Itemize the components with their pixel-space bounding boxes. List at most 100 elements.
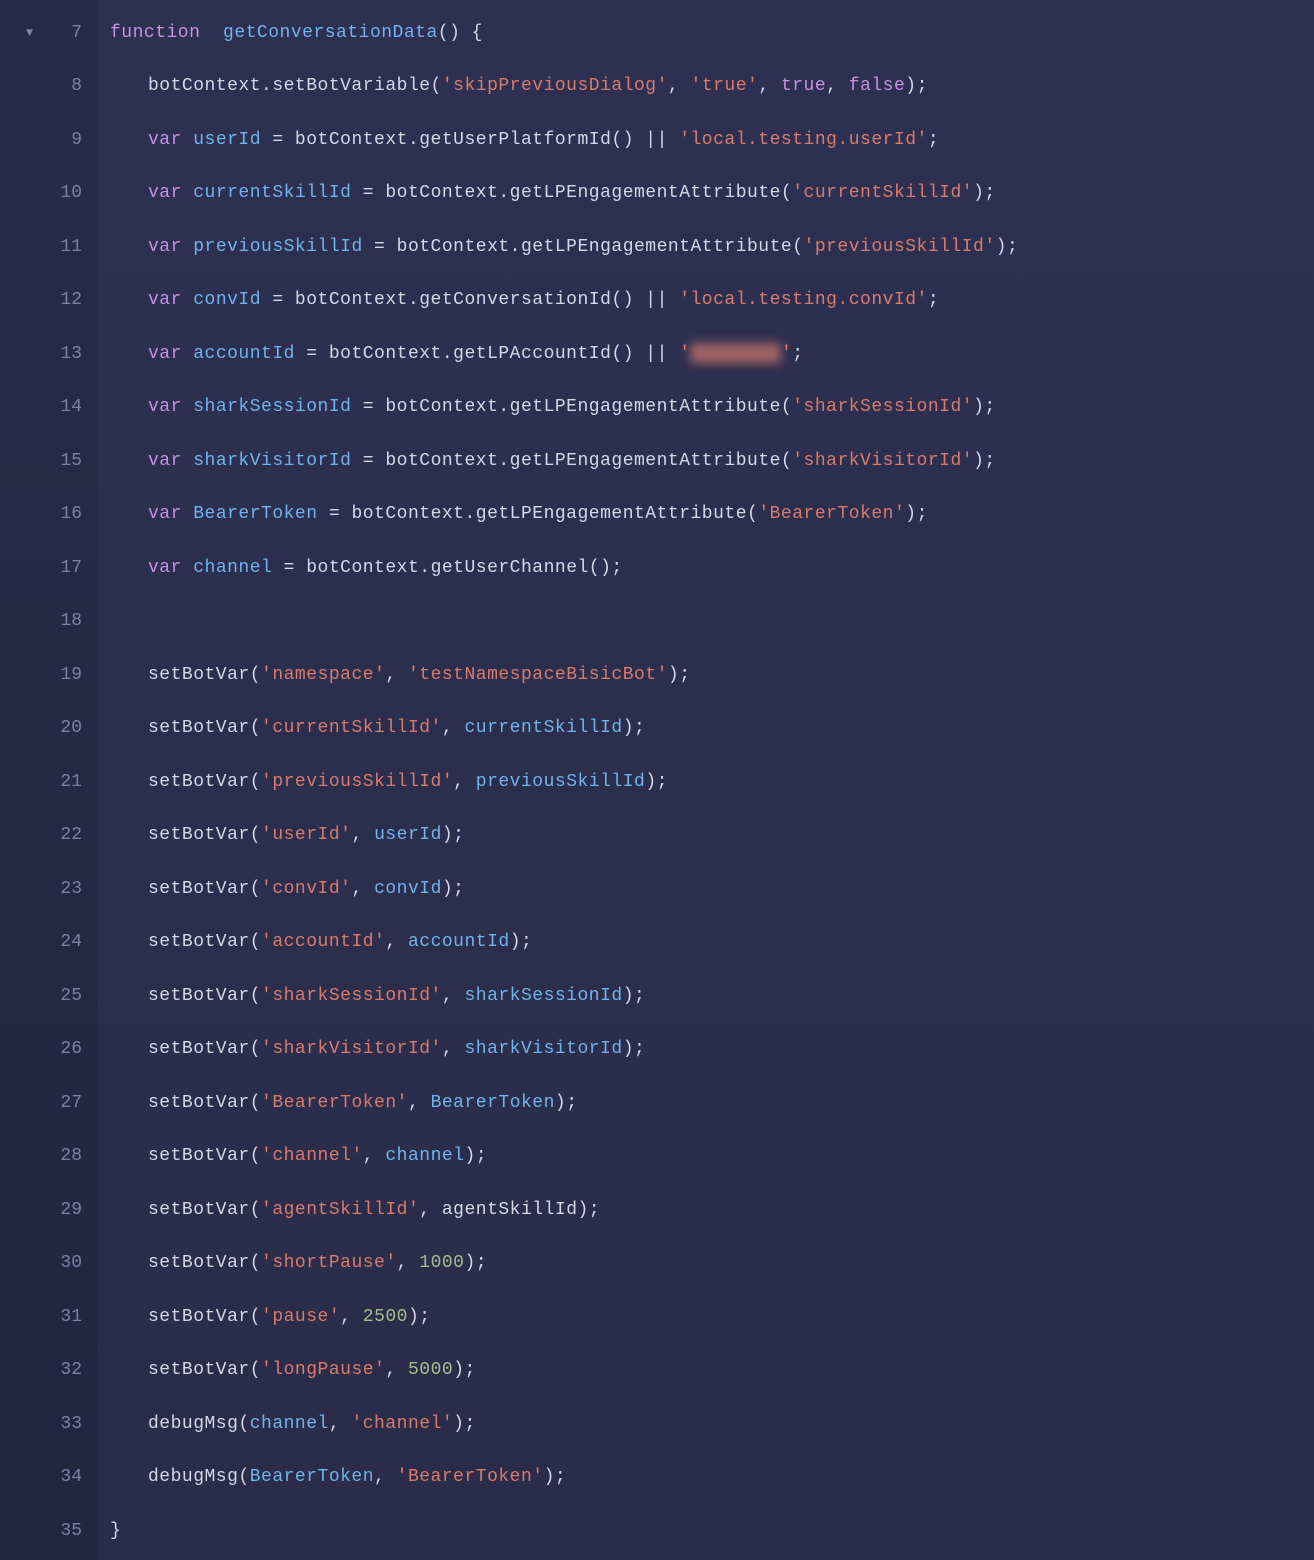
token-id: sharkVisitorId xyxy=(193,452,351,470)
token-def: botContext.setBotVariable( xyxy=(148,77,442,95)
code-line[interactable]: setBotVar('namespace', 'testNamespaceBis… xyxy=(110,648,1314,702)
line-number: 15 xyxy=(0,434,98,488)
token-def: , xyxy=(363,1147,386,1165)
token-str: 'channel' xyxy=(261,1147,363,1165)
token-def: ); xyxy=(453,1361,476,1379)
code-line[interactable]: setBotVar('userId', userId); xyxy=(110,809,1314,863)
line-number: 20 xyxy=(0,702,98,756)
token-def: , xyxy=(351,826,374,844)
code-line[interactable]: setBotVar('convId', convId); xyxy=(110,862,1314,916)
code-line[interactable]: var sharkSessionId = botContext.getLPEng… xyxy=(110,381,1314,435)
token-kw: var xyxy=(148,559,182,577)
token-kw: var xyxy=(148,345,182,363)
code-line[interactable]: setBotVar('accountId', accountId); xyxy=(110,916,1314,970)
token-str: 'accountId' xyxy=(261,933,385,951)
code-line[interactable]: setBotVar('pause', 2500); xyxy=(110,1290,1314,1344)
code-line[interactable]: var sharkVisitorId = botContext.getLPEng… xyxy=(110,434,1314,488)
fold-icon[interactable]: ▼ xyxy=(26,27,33,39)
code-line[interactable]: var accountId = botContext.getLPAccountI… xyxy=(110,327,1314,381)
token-def: setBotVar( xyxy=(148,1094,261,1112)
code-line[interactable]: setBotVar('BearerToken', BearerToken); xyxy=(110,1076,1314,1130)
token-def: setBotVar( xyxy=(148,1040,261,1058)
token-def: setBotVar( xyxy=(148,826,261,844)
token-def: ; xyxy=(928,131,939,149)
token-str: 'true' xyxy=(691,77,759,95)
code-line[interactable]: debugMsg(channel, 'channel'); xyxy=(110,1397,1314,1451)
code-line[interactable]: setBotVar('sharkSessionId', sharkSession… xyxy=(110,969,1314,1023)
code-line[interactable]: function getConversationData() { xyxy=(110,6,1314,60)
code-line[interactable]: debugMsg(BearerToken, 'BearerToken'); xyxy=(110,1451,1314,1505)
token-def: , xyxy=(442,987,465,1005)
token-str: 'local.testing.userId' xyxy=(679,131,928,149)
token-def xyxy=(182,345,193,363)
token-num: 1000 xyxy=(419,1254,464,1272)
code-line[interactable]: var userId = botContext.getUserPlatformI… xyxy=(110,113,1314,167)
code-line[interactable]: var currentSkillId = botContext.getLPEng… xyxy=(110,167,1314,221)
token-str: 'currentSkillId' xyxy=(261,719,442,737)
line-number: 12 xyxy=(0,274,98,328)
code-line[interactable]: var BearerToken = botContext.getLPEngage… xyxy=(110,488,1314,542)
token-kw: true xyxy=(781,77,826,95)
token-def: ); xyxy=(453,1415,476,1433)
token-def: , xyxy=(442,719,465,737)
line-number: 23 xyxy=(0,862,98,916)
line-number: 17 xyxy=(0,541,98,595)
code-line[interactable]: setBotVar('previousSkillId', previousSki… xyxy=(110,755,1314,809)
line-number: 25 xyxy=(0,969,98,1023)
code-area[interactable]: function getConversationData() {botConte… xyxy=(98,0,1314,1560)
token-def: = botContext.getUserPlatformId() || xyxy=(261,131,679,149)
token-str: 'shortPause' xyxy=(261,1254,397,1272)
line-number: 32 xyxy=(0,1344,98,1398)
token-def xyxy=(182,131,193,149)
token-id: accountId xyxy=(193,345,295,363)
code-line[interactable] xyxy=(110,595,1314,649)
token-def: debugMsg( xyxy=(148,1468,250,1486)
token-id: channel xyxy=(193,559,272,577)
line-number: 28 xyxy=(0,1130,98,1184)
code-line[interactable]: setBotVar('longPause', 5000); xyxy=(110,1344,1314,1398)
code-editor[interactable]: 7▼89101112131415161718192021222324252627… xyxy=(0,0,1314,1560)
token-def: setBotVar( xyxy=(148,773,261,791)
token-def: setBotVar( xyxy=(148,880,261,898)
token-id: previousSkillId xyxy=(476,773,646,791)
token-id: BearerToken xyxy=(250,1468,374,1486)
token-def xyxy=(182,184,193,202)
code-line[interactable]: var previousSkillId = botContext.getLPEn… xyxy=(110,220,1314,274)
token-def: = botContext.getConversationId() || xyxy=(261,291,679,309)
token-str: 'testNamespaceBisicBot' xyxy=(408,666,668,684)
token-def: ); xyxy=(464,1254,487,1272)
token-def: ); xyxy=(973,452,996,470)
code-line[interactable]: var convId = botContext.getConversationI… xyxy=(110,274,1314,328)
token-def: setBotVar( xyxy=(148,1201,261,1219)
line-number-gutter: 7▼89101112131415161718192021222324252627… xyxy=(0,0,98,1560)
token-def: ); xyxy=(973,398,996,416)
code-line[interactable]: botContext.setBotVariable('skipPreviousD… xyxy=(110,60,1314,114)
line-number: 11 xyxy=(0,220,98,274)
code-line[interactable]: setBotVar('agentSkillId', agentSkillId); xyxy=(110,1183,1314,1237)
token-str: 'BearerToken' xyxy=(758,505,905,523)
code-line[interactable]: setBotVar('shortPause', 1000); xyxy=(110,1237,1314,1291)
token-def: , xyxy=(442,1040,465,1058)
code-line[interactable]: } xyxy=(110,1504,1314,1558)
token-kw: var xyxy=(148,398,182,416)
code-line[interactable]: setBotVar('sharkVisitorId', sharkVisitor… xyxy=(110,1023,1314,1077)
token-def: ); xyxy=(623,719,646,737)
line-number: 8 xyxy=(0,60,98,114)
token-def: = botContext.getLPEngagementAttribute( xyxy=(351,184,792,202)
token-id: sharkVisitorId xyxy=(464,1040,622,1058)
code-line[interactable]: setBotVar('currentSkillId', currentSkill… xyxy=(110,702,1314,756)
token-id: currentSkillId xyxy=(464,719,622,737)
token-def xyxy=(182,291,193,309)
token-def: setBotVar( xyxy=(148,1147,261,1165)
token-def: } xyxy=(110,1522,121,1540)
code-line[interactable]: var channel = botContext.getUserChannel(… xyxy=(110,541,1314,595)
line-number: 13 xyxy=(0,327,98,381)
token-redact: ████████ xyxy=(691,345,781,363)
code-line[interactable]: setBotVar('channel', channel); xyxy=(110,1130,1314,1184)
token-def: , xyxy=(668,77,691,95)
token-id: previousSkillId xyxy=(193,238,363,256)
token-kw: var xyxy=(148,238,182,256)
token-id: sharkSessionId xyxy=(193,398,351,416)
token-def: ); xyxy=(442,880,465,898)
token-def: = botContext.getLPAccountId() || xyxy=(295,345,679,363)
